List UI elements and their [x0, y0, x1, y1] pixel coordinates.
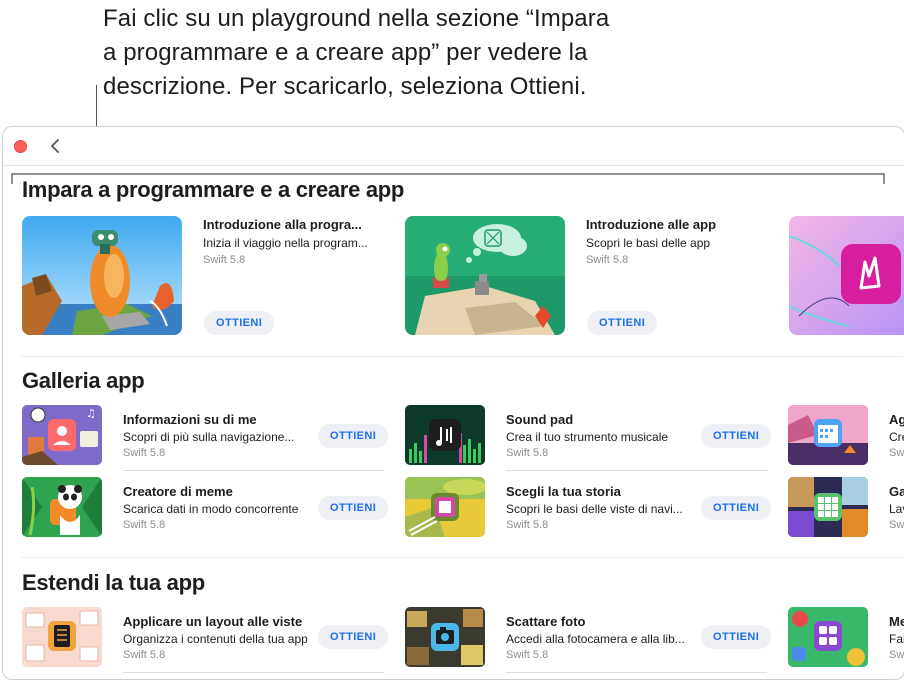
- section-title-learn: Impara a programmare e a creare app: [22, 177, 405, 202]
- playground-description: Scopri le basi delle app: [586, 236, 711, 250]
- row-divider: [506, 672, 767, 673]
- row-divider: [123, 470, 384, 471]
- callout-line-2: a programmare e a creare app” per vedere…: [103, 39, 588, 66]
- swift-version: Swift 5.8: [123, 519, 166, 531]
- get-button[interactable]: OTTIENI: [701, 496, 772, 520]
- app-description-partial: Fai: [889, 632, 904, 646]
- swift-version: Swift 5.8: [123, 649, 166, 661]
- app-thumbnail[interactable]: [405, 405, 485, 465]
- get-button[interactable]: OTTIENI: [318, 496, 389, 520]
- playground-thumbnail[interactable]: [405, 216, 565, 335]
- app-description: Accedi alla fotocamera e alla lib...: [506, 632, 685, 646]
- swift-version: Swift 5.8: [506, 649, 549, 661]
- app-description-partial: Lav: [889, 502, 904, 516]
- svg-text:♫: ♫: [86, 407, 96, 420]
- section-title-gallery: Galleria app: [22, 368, 145, 393]
- swift-version-partial: Sw: [889, 519, 904, 531]
- section-separator: [21, 356, 903, 357]
- app-title: Scegli la tua storia: [506, 484, 621, 499]
- app-title: Informazioni su di me: [123, 412, 257, 427]
- app-thumbnail[interactable]: [405, 607, 485, 667]
- app-window: Impara a programmare e a creare app Intr…: [2, 126, 904, 680]
- playground-title: Introduzione alla progra...: [203, 217, 362, 232]
- app-description-partial: Cre: [889, 430, 904, 444]
- app-description: Scarica dati in modo concorrente: [123, 502, 299, 516]
- playground-description: Inizia il viaggio nella program...: [203, 236, 368, 250]
- swift-version-partial: Sw: [889, 649, 904, 661]
- playground-thumbnail[interactable]: [789, 216, 904, 335]
- app-description: Crea il tuo strumento musicale: [506, 430, 669, 444]
- app-thumbnail[interactable]: ♫: [22, 405, 102, 465]
- swift-version: Swift 5.8: [203, 254, 246, 266]
- get-button[interactable]: OTTIENI: [701, 424, 772, 448]
- app-title: Applicare un layout alle viste: [123, 614, 303, 629]
- row-divider: [123, 672, 384, 673]
- app-title: Scattare foto: [506, 614, 586, 629]
- app-thumbnail[interactable]: [22, 607, 102, 667]
- app-thumbnail[interactable]: [788, 607, 868, 667]
- app-thumbnail[interactable]: [22, 477, 102, 537]
- app-description: Scopri di più sulla navigazione...: [123, 430, 295, 444]
- get-button[interactable]: OTTIENI: [318, 625, 389, 649]
- app-thumbnail[interactable]: [788, 477, 868, 537]
- swift-version: Swift 5.8: [123, 447, 166, 459]
- swift-version: Swift 5.8: [506, 447, 549, 459]
- callout-text: Fai clic su un playground nella sezione …: [103, 2, 743, 104]
- app-description: Organizza i contenuti della tua app: [123, 632, 308, 646]
- app-description: Scopri le basi delle viste di navi...: [506, 502, 683, 516]
- app-title: Sound pad: [506, 412, 574, 427]
- app-title-partial: Me: [889, 614, 904, 629]
- callout-line-1: Fai clic su un playground nella sezione …: [103, 5, 610, 32]
- get-button[interactable]: OTTIENI: [318, 424, 389, 448]
- chevron-left-icon: [51, 139, 59, 153]
- row-divider: [506, 470, 767, 471]
- app-thumbnail[interactable]: [405, 477, 485, 537]
- back-button[interactable]: [47, 136, 65, 156]
- app-thumbnail[interactable]: [788, 405, 868, 465]
- swift-version: Swift 5.8: [506, 519, 549, 531]
- close-button[interactable]: [14, 140, 27, 153]
- swift-version-partial: Sw: [889, 447, 904, 459]
- app-title: Creatore di meme: [123, 484, 233, 499]
- get-button[interactable]: OTTIENI: [701, 625, 772, 649]
- section-title-extend: Estendi la tua app: [22, 570, 205, 595]
- app-title-partial: Ga: [889, 484, 904, 499]
- playground-title: Introduzione alle app: [586, 217, 717, 232]
- get-button[interactable]: OTTIENI: [587, 311, 658, 335]
- callout-line-3: descrizione. Per scaricarlo, seleziona O…: [103, 73, 587, 100]
- title-bar: [3, 127, 904, 166]
- app-title-partial: Ag: [889, 412, 904, 427]
- swift-version: Swift 5.8: [586, 254, 629, 266]
- playground-thumbnail[interactable]: [22, 216, 182, 335]
- get-button[interactable]: OTTIENI: [204, 311, 275, 335]
- section-separator: [21, 557, 903, 558]
